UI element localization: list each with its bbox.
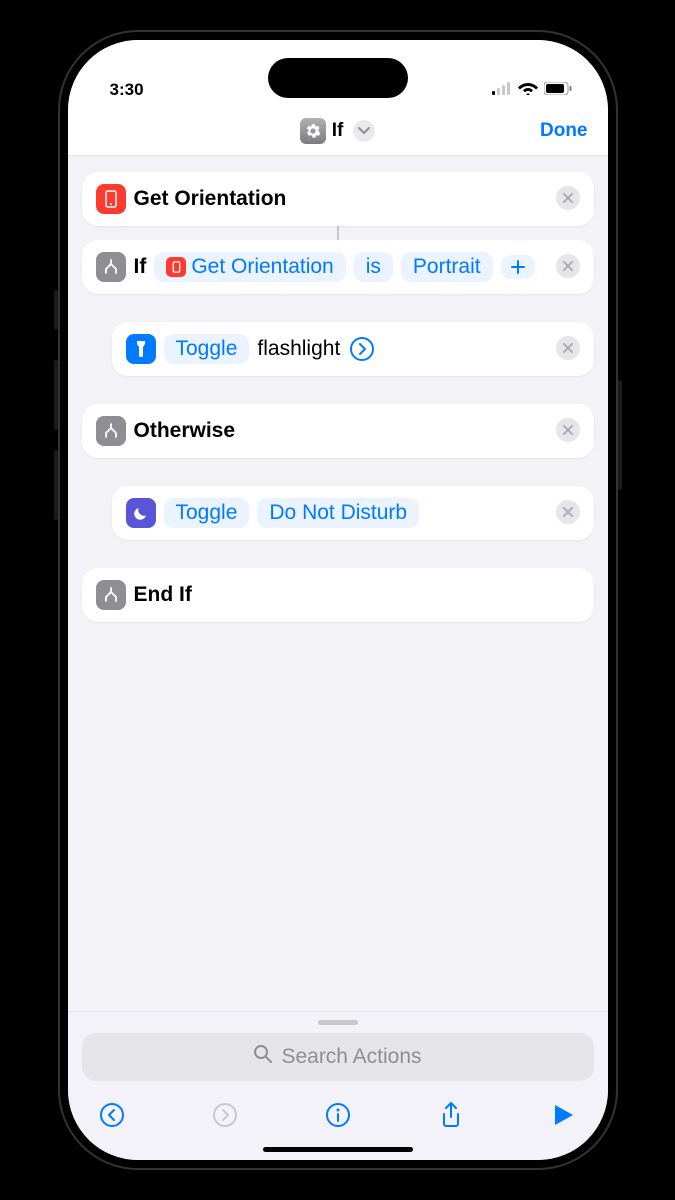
settings-icon	[300, 118, 326, 144]
flashlight-icon	[126, 334, 156, 364]
action-end-if[interactable]: End If	[82, 568, 594, 622]
cellular-icon	[492, 80, 512, 100]
disclosure-button[interactable]	[350, 337, 374, 361]
operation-pill[interactable]: Toggle	[164, 498, 250, 528]
branch-icon	[96, 580, 126, 610]
delete-button[interactable]	[556, 336, 580, 360]
search-placeholder: Search Actions	[281, 1045, 421, 1069]
shortcut-title[interactable]: If	[300, 118, 376, 144]
wifi-icon	[518, 80, 538, 100]
drag-handle[interactable]	[318, 1020, 358, 1025]
toolbar	[82, 1093, 594, 1137]
moon-icon	[126, 498, 156, 528]
action-flashlight[interactable]: Toggle flashlight	[112, 322, 594, 376]
value-pill[interactable]: Portrait	[401, 252, 493, 282]
action-dnd[interactable]: Toggle Do Not Disturb	[112, 486, 594, 540]
dynamic-island	[268, 58, 408, 98]
nav-title-label: If	[332, 120, 344, 142]
actions-list: Get Orientation If Get Orientation	[68, 156, 608, 1011]
action-otherwise[interactable]: Otherwise	[82, 404, 594, 458]
add-condition-button[interactable]	[501, 255, 535, 279]
delete-button[interactable]	[556, 418, 580, 442]
variable-pill[interactable]: Get Orientation	[154, 252, 345, 282]
focus-pill[interactable]: Do Not Disturb	[257, 498, 419, 528]
info-button[interactable]	[320, 1097, 356, 1133]
done-button[interactable]: Done	[540, 120, 588, 142]
undo-button[interactable]	[94, 1097, 130, 1133]
home-indicator[interactable]	[263, 1147, 413, 1152]
nav-bar: If Done	[68, 106, 608, 156]
delete-button[interactable]	[556, 254, 580, 278]
search-actions-input[interactable]: Search Actions	[82, 1033, 594, 1081]
branch-icon	[96, 416, 126, 446]
action-label: Get Orientation	[134, 187, 287, 211]
action-if[interactable]: If Get Orientation is Portrait	[82, 240, 594, 294]
search-icon	[253, 1044, 273, 1070]
connector-line	[337, 226, 339, 240]
run-button[interactable]	[546, 1097, 582, 1133]
bottom-panel: Search Actions	[68, 1011, 608, 1160]
chevron-down-icon[interactable]	[353, 120, 375, 142]
target-label: flashlight	[257, 337, 340, 361]
delete-button[interactable]	[556, 500, 580, 524]
device-icon	[166, 257, 186, 277]
battery-icon	[544, 80, 572, 100]
redo-button	[207, 1097, 243, 1133]
status-time: 3:30	[110, 80, 144, 100]
condition-pill[interactable]: is	[354, 252, 393, 282]
share-button[interactable]	[433, 1097, 469, 1133]
variable-label: Get Orientation	[191, 255, 333, 279]
action-get-orientation[interactable]: Get Orientation	[82, 172, 594, 226]
delete-button[interactable]	[556, 186, 580, 210]
if-keyword: If	[134, 255, 147, 279]
otherwise-label: Otherwise	[134, 419, 236, 443]
end-if-label: End If	[134, 583, 192, 607]
operation-pill[interactable]: Toggle	[164, 334, 250, 364]
device-icon	[96, 184, 126, 214]
branch-icon	[96, 252, 126, 282]
